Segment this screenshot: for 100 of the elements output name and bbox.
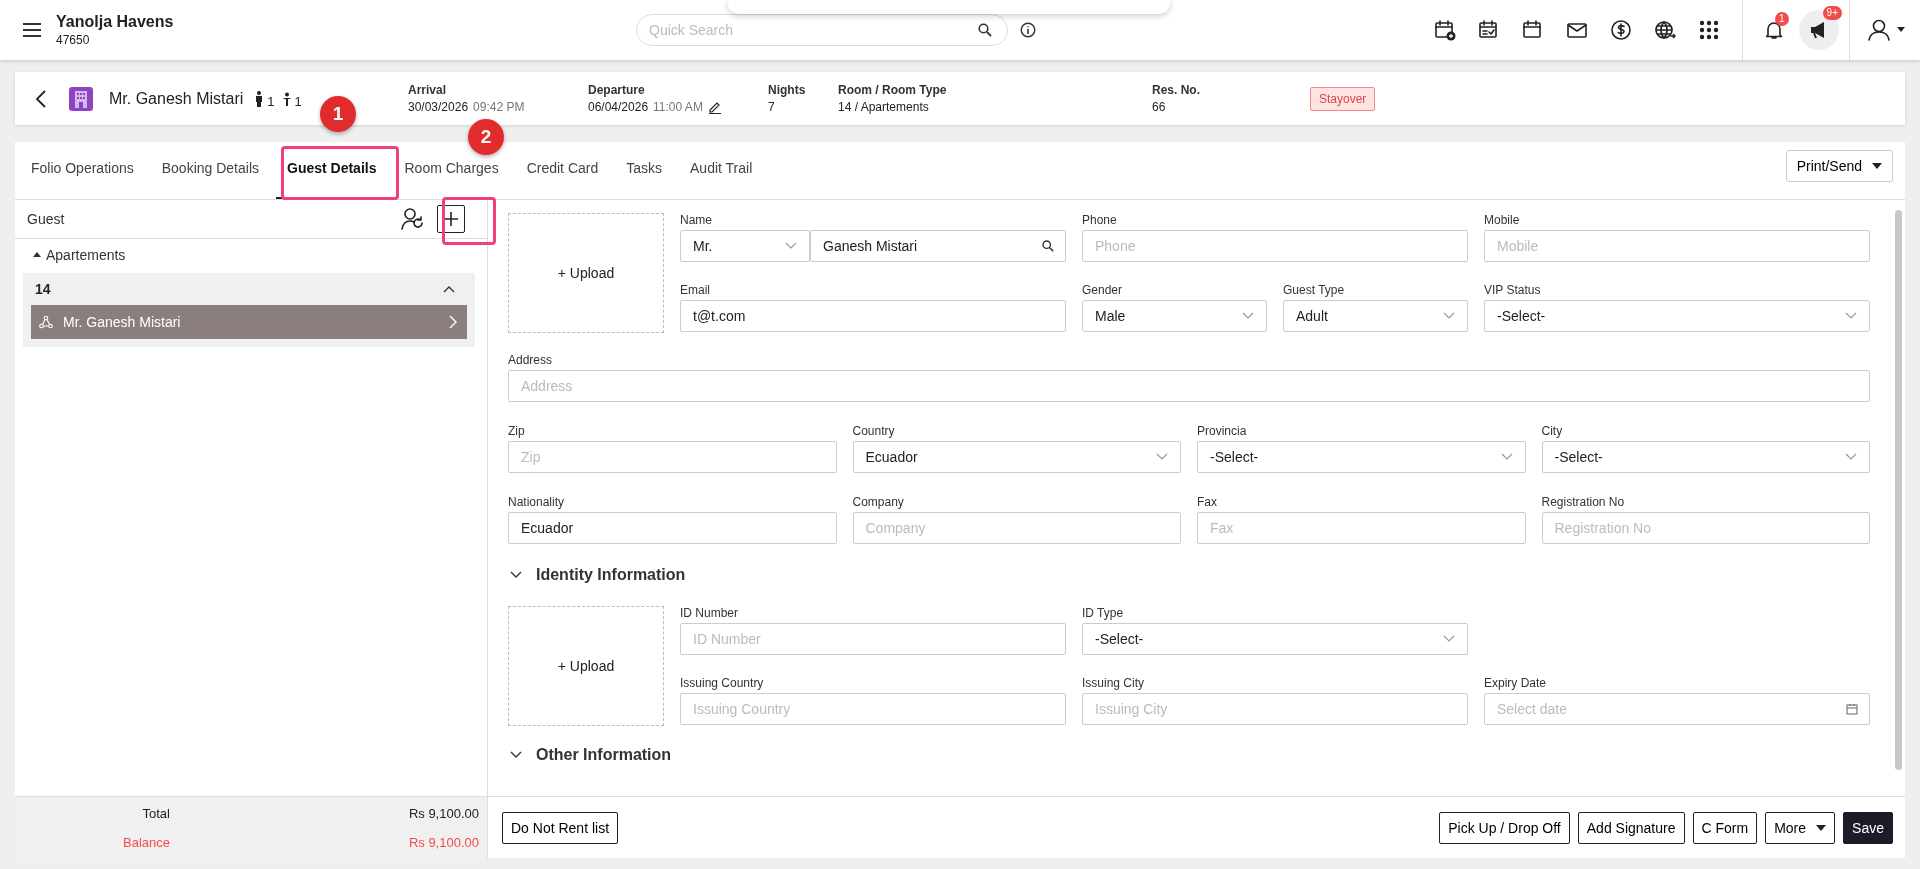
calendar-icon[interactable]: [1522, 19, 1544, 41]
text-field[interactable]: Phone: [1082, 230, 1468, 262]
field-label: Guest Type: [1283, 283, 1346, 297]
detail-value: 66: [1152, 100, 1166, 114]
dropdown-field[interactable]: -Select-: [1082, 623, 1468, 655]
chevron-down-icon: [1242, 312, 1254, 320]
text-field[interactable]: Mobile: [1484, 230, 1870, 262]
chevron-up-icon[interactable]: [443, 285, 455, 293]
user-refresh-icon[interactable]: [401, 207, 425, 231]
plus-icon: [443, 211, 459, 227]
add-guest-button[interactable]: [437, 205, 465, 233]
tab[interactable]: Booking Details: [150, 160, 270, 199]
detail-value: 14 / Apartements: [838, 100, 929, 114]
total-value: Rs 9,100.00: [408, 805, 479, 821]
adult-icon: [254, 90, 265, 107]
panel-title: Guest: [27, 211, 65, 227]
text-field[interactable]: t@t.com: [680, 300, 1066, 332]
tab[interactable]: Tasks: [615, 160, 674, 199]
total-label: Total: [141, 805, 170, 821]
more-menu-button[interactable]: More: [1765, 811, 1836, 844]
dollar-icon[interactable]: [1610, 19, 1632, 41]
upload-area[interactable]: + Upload: [508, 213, 664, 333]
menu-icon[interactable]: [22, 22, 42, 38]
total-value: Rs 9,100.00: [408, 834, 479, 850]
field-label: Zip: [508, 424, 526, 438]
calendar-add-icon[interactable]: [1434, 19, 1456, 41]
search-icon[interactable]: [978, 23, 992, 37]
print-send-button[interactable]: Print/Send: [1785, 150, 1893, 182]
tab[interactable]: Guest Details: [276, 160, 388, 199]
info-icon[interactable]: [1020, 22, 1036, 38]
text-field[interactable]: Fax: [1197, 512, 1526, 544]
status-tag: Stayover: [1310, 86, 1376, 111]
announcement-count: 9+: [1822, 6, 1842, 20]
dropdown-field[interactable]: -Select-: [1197, 441, 1526, 473]
chevron-down-icon: [1845, 453, 1857, 461]
action-button[interactable]: C Form: [1692, 811, 1758, 844]
upload-area[interactable]: + Upload: [508, 606, 664, 726]
bell-icon[interactable]: [1765, 20, 1783, 40]
property-name: Yanolja Havens: [56, 13, 175, 31]
dropdown-field[interactable]: Adult: [1283, 300, 1468, 332]
calendar-check-icon[interactable]: [1478, 19, 1500, 41]
detail-label: Room / Room Type: [838, 83, 948, 97]
notification-count: 1: [1775, 12, 1789, 26]
detail-value: 06/04/2026: [588, 100, 649, 114]
field-label: Provincia: [1197, 424, 1248, 438]
detail-label: Departure: [588, 83, 646, 97]
highlight-frame: [442, 197, 496, 245]
field-label: Issuing City: [1082, 676, 1146, 690]
search-icon[interactable]: [1042, 240, 1054, 252]
tab[interactable]: Folio Operations: [20, 160, 145, 199]
field-label: Nationality: [508, 495, 566, 509]
section-toggle[interactable]: Identity Information: [510, 566, 1870, 584]
name-search-field[interactable]: Ganesh Mistari: [810, 230, 1066, 262]
group-toggle[interactable]: Apartements: [33, 247, 126, 263]
date-field[interactable]: Select date: [1484, 693, 1870, 725]
dropdown-field[interactable]: -Select-: [1484, 300, 1870, 332]
tab[interactable]: Room Charges: [393, 160, 510, 199]
action-button[interactable]: Pick Up / Drop Off: [1439, 811, 1570, 844]
field-label: Gender: [1082, 283, 1124, 297]
text-field[interactable]: Ecuador: [508, 512, 837, 544]
field-label: Issuing Country: [680, 676, 765, 690]
dropdown-field[interactable]: Ecuador: [852, 441, 1181, 473]
chevron-down-icon: [1156, 453, 1168, 461]
child-icon: [281, 91, 292, 106]
detail-label: Arrival: [408, 83, 448, 97]
text-field[interactable]: Company: [852, 512, 1181, 544]
total-label: Balance: [122, 834, 170, 850]
detail-label: Nights: [768, 83, 807, 97]
action-button[interactable]: Add Signature: [1577, 811, 1685, 844]
tab[interactable]: Audit Trail: [679, 160, 764, 199]
field-label: Registration No: [1541, 495, 1626, 509]
do-not-rent-button[interactable]: Do Not Rent list: [502, 811, 619, 844]
guest-list-item[interactable]: Mr. Ganesh Mistari: [31, 305, 467, 339]
dropdown-field[interactable]: -Select-: [1541, 441, 1870, 473]
pencil-icon[interactable]: [707, 100, 722, 114]
text-field[interactable]: ID Number: [680, 623, 1066, 655]
text-field[interactable]: Issuing City: [1082, 693, 1468, 725]
tab[interactable]: Credit Card: [515, 160, 610, 199]
share-nodes-icon: [39, 315, 53, 329]
field-label: Expiry Date: [1484, 676, 1548, 690]
section-toggle[interactable]: Other Information: [510, 746, 1870, 764]
dropdown-field[interactable]: Male: [1082, 300, 1267, 332]
save-button[interactable]: Save: [1843, 811, 1893, 844]
text-field[interactable]: Address: [508, 370, 1870, 402]
chevron-down-icon: [1443, 635, 1455, 643]
chevron-down-icon: [785, 242, 797, 250]
field-label: Name: [680, 213, 713, 227]
search-field[interactable]: Quick Search: [636, 14, 1008, 46]
globe-icon[interactable]: [1654, 19, 1676, 41]
chevron-right-icon: [449, 315, 457, 329]
text-field[interactable]: Issuing Country: [680, 693, 1066, 725]
text-field[interactable]: Registration No: [1541, 512, 1870, 544]
field-label: ID Number: [680, 606, 739, 620]
field-label: Fax: [1197, 495, 1218, 509]
apps-grid-icon[interactable]: [1698, 19, 1720, 41]
caret-icon: [1816, 824, 1827, 831]
user-icon[interactable]: [1868, 19, 1908, 41]
field-label: Mobile: [1484, 213, 1521, 227]
title-dropdown[interactable]: Mr.: [680, 230, 810, 262]
text-field[interactable]: Zip: [508, 441, 837, 473]
